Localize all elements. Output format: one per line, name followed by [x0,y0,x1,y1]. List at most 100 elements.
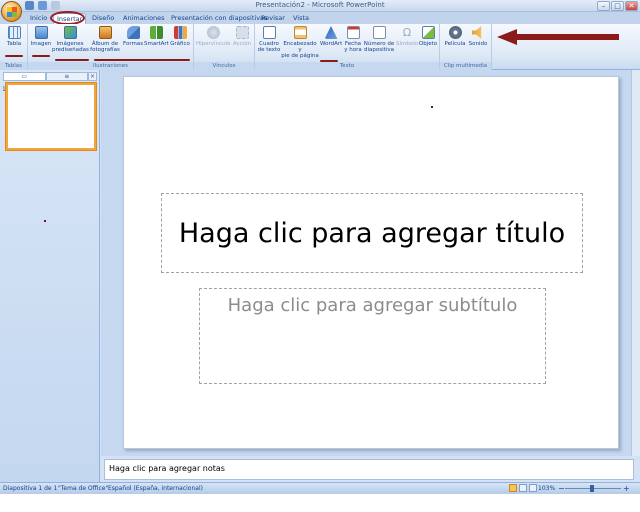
album-label-2: fotografías [90,47,120,53]
tab-outline-icon[interactable]: ≡ [45,72,88,81]
slide-canvas[interactable]: Haga clic para agregar título Haga clic … [123,76,619,449]
fecha-hora-button[interactable]: Fecha y hora [343,26,363,53]
pelicula-label: Película [444,41,466,47]
slide-number-icon [372,26,386,39]
annotation-underline-imagenes [55,59,89,61]
clipart-icon [63,26,77,39]
group-ilustraciones: Imagen Imágenes prediseñadas Álbum de fo… [28,24,194,70]
smartart-label: SmartArt [144,41,169,47]
group-tablas: Tabla Tablas [0,24,28,70]
imagenes-prediseñadas-button[interactable]: Imágenes prediseñadas [52,26,89,53]
tab-animaciones[interactable]: Animaciones [120,13,168,24]
cuadro-texto-button[interactable]: Cuadro de texto [257,26,281,53]
tab-insertar[interactable]: Insertar [53,13,87,24]
objeto-label: Objeto [418,41,438,47]
fecha-label-2: y hora [344,47,362,53]
minimize-button[interactable]: – [597,1,610,11]
slideshow-view-icon[interactable] [529,484,537,492]
encabezado-label-1: Encabezado y [283,41,317,53]
group-clip-multimedia: Película Sonido Clip multimedia [440,24,492,70]
annotation-dot [44,220,46,222]
wordart-label: WordArt [320,41,343,47]
grafico-label: Gráfico [170,41,190,47]
album-button[interactable]: Álbum de fotografías [88,26,122,53]
simbolo-label: Símbolo [396,41,419,47]
header-footer-icon [293,26,307,39]
pelicula-button[interactable]: Película [443,26,467,47]
annotation-underline-ilustraciones [94,59,190,61]
hyperlink-icon [206,26,220,39]
slides-pane: ▭ ≡ × 1 [0,70,100,482]
smartart-button[interactable]: SmartArt [144,26,169,47]
encabezado-label-2: pie de página [281,53,319,59]
subtitle-placeholder[interactable]: Haga clic para agregar subtítulo [199,288,546,384]
objeto-button[interactable]: Objeto [418,26,438,47]
calendar-icon [346,26,360,39]
tabla-label: Tabla [6,41,22,47]
imagen-button[interactable]: Imagen [30,26,52,47]
tab-vista[interactable]: Vista [290,13,312,24]
group-label-multimedia: Clip multimedia [440,62,491,70]
simbolo-button[interactable]: Ω Símbolo [396,26,418,47]
slide-thumbnail[interactable] [5,82,97,151]
photo-album-icon [98,26,112,39]
group-vinculos: Hipervínculo Acción Vínculos [194,24,255,70]
zoom-in-icon[interactable]: + [623,483,630,494]
wordart-icon [324,26,338,39]
grafico-button[interactable]: Gráfico [169,26,191,47]
group-label-tablas: Tablas [0,62,27,70]
chart-icon [173,26,187,39]
shapes-icon [126,26,140,39]
action-icon [235,26,249,39]
sonido-label: Sonido [468,41,488,47]
tabla-button[interactable]: Tabla [5,26,23,47]
annotation-arrow-icon [497,29,619,45]
textbox-icon [262,26,276,39]
picture-icon [34,26,48,39]
window-controls: – □ ✕ [597,1,638,11]
group-label-vinculos: Vínculos [194,62,254,70]
encabezado-button[interactable]: Encabezado y pie de página [281,26,319,59]
accion-button[interactable]: Acción [231,26,253,47]
zoom-level[interactable]: 103% [538,483,555,494]
title-bar: Presentación2 - Microsoft PowerPoint – □… [0,0,640,12]
cuadro-label-2: de texto [257,47,281,53]
close-pane-icon[interactable]: × [88,72,97,81]
slide-editing-area: Haga clic para agregar título Haga clic … [101,70,640,456]
group-label-ilustraciones: Ilustraciones [28,62,193,70]
smartart-icon [149,26,163,39]
film-reel-icon [448,26,462,39]
vertical-scrollbar[interactable] [631,70,640,456]
normal-view-icon[interactable] [509,484,517,492]
tab-presentacion[interactable]: Presentación con diapositivas [168,13,270,24]
notes-input[interactable]: Haga clic para agregar notas [104,459,634,480]
title-placeholder[interactable]: Haga clic para agregar título [161,193,583,273]
zoom-slider-thumb[interactable] [590,485,594,492]
bottom-blank-area [0,494,640,512]
omega-icon: Ω [402,26,412,39]
annotation-underline-tabla [5,55,23,57]
language-status[interactable]: Español (España, internacional) [108,483,203,494]
group-label-texto: Texto [255,62,439,70]
notes-pane: Haga clic para agregar notas [101,456,640,482]
tab-revisar[interactable]: Revisar [258,13,288,24]
zoom-out-icon[interactable]: − [558,483,565,494]
office-button[interactable] [1,1,22,22]
slide-sorter-view-icon[interactable] [519,484,527,492]
numero-label-2: diapositiva [364,47,394,53]
annotation-dot [431,106,433,108]
ribbon-tabs: Inicio Insertar Diseño Animaciones Prese… [0,12,640,24]
tab-diseno[interactable]: Diseño [89,13,117,24]
wordart-button[interactable]: WordArt [320,26,342,47]
hipervinculo-button[interactable]: Hipervínculo [196,26,230,47]
slide-count-status: Diapositiva 1 de 1 [3,485,58,492]
numero-diapositiva-button[interactable]: Número de diapositiva [363,26,395,53]
maximize-button[interactable]: □ [611,1,624,11]
tab-slides-icon[interactable]: ▭ [3,72,46,81]
formas-button[interactable]: Formas [123,26,143,47]
theme-status: "Tema de Office" [58,485,109,492]
sonido-button[interactable]: Sonido [467,26,489,47]
close-button[interactable]: ✕ [625,1,638,11]
tab-inicio[interactable]: Inicio [27,13,50,24]
accion-label: Acción [232,41,252,47]
